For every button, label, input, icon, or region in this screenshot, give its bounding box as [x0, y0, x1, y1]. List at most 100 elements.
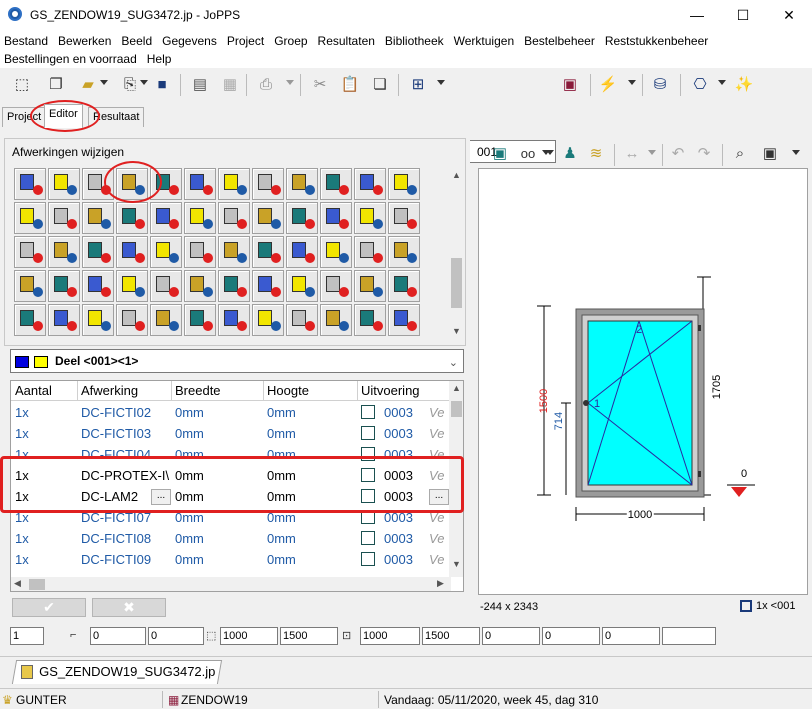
maximize-button[interactable]: ☐	[720, 0, 766, 30]
finishing-tool-2-11-icon[interactable]	[354, 202, 386, 234]
finishing-tool-4-7-icon[interactable]	[218, 270, 250, 302]
person-icon[interactable]: ♟	[560, 144, 580, 164]
finishing-tool-1-1-icon[interactable]	[14, 168, 46, 200]
finishing-tool-3-3-icon[interactable]	[82, 236, 114, 268]
finishing-tool-5-5-icon[interactable]	[150, 304, 182, 336]
finishing-tool-1-7-icon[interactable]	[218, 168, 250, 200]
display-mode-icon[interactable]: ▣	[760, 144, 780, 164]
scroll-thumb[interactable]	[29, 579, 45, 590]
print-preview-icon[interactable]: ▤	[190, 75, 210, 95]
glasses-dropdown-icon[interactable]	[546, 150, 554, 155]
cut-icon[interactable]: ✂	[310, 75, 330, 95]
scroll-up-icon[interactable]: ▲	[452, 170, 461, 180]
finishing-tool-3-10-icon[interactable]	[320, 236, 352, 268]
finishing-tool-3-2-icon[interactable]	[48, 236, 80, 268]
import-dropdown-icon[interactable]	[140, 80, 148, 85]
menu-resultaten[interactable]: Resultaten	[318, 32, 375, 50]
menu-bestand[interactable]: Bestand	[4, 32, 48, 50]
select-dropdown-icon[interactable]	[437, 80, 445, 85]
field-d[interactable]	[662, 627, 716, 645]
report-dropdown-icon[interactable]	[718, 80, 726, 85]
paste-icon[interactable]: 📋	[340, 75, 360, 95]
field-b[interactable]: 0	[542, 627, 600, 645]
ok-button[interactable]: ✔	[12, 598, 86, 617]
header-hoogte[interactable]: Hoogte	[267, 383, 309, 398]
redo-icon[interactable]: ↷	[694, 144, 714, 164]
menu-werktuigen[interactable]: Werktuigen	[454, 32, 514, 50]
scroll-thumb[interactable]	[451, 258, 462, 308]
deel-selector[interactable]: Deel <001><1> ⌄	[10, 349, 464, 373]
header-uitvoering[interactable]: Uitvoering	[361, 383, 420, 398]
save-icon[interactable]: ■	[152, 75, 172, 95]
header-aantal[interactable]: Aantal	[15, 383, 52, 398]
finishing-tool-5-12-icon[interactable]	[388, 304, 420, 336]
finishing-tool-3-1-icon[interactable]	[14, 236, 46, 268]
finishing-tool-2-2-icon[interactable]	[48, 202, 80, 234]
dimension-dropdown-icon[interactable]	[648, 150, 656, 155]
field-c[interactable]: 0	[602, 627, 660, 645]
lightning-dropdown-icon[interactable]	[628, 80, 636, 85]
finishing-tool-3-8-icon[interactable]	[252, 236, 284, 268]
table-row[interactable]: 1x DC-FICTI03 0mm 0mm 0003 Ve	[11, 423, 451, 444]
finishing-tool-4-3-icon[interactable]	[82, 270, 114, 302]
finishing-tool-5-1-icon[interactable]	[14, 304, 46, 336]
finishing-tool-2-8-icon[interactable]	[252, 202, 284, 234]
display-dropdown-icon[interactable]	[792, 150, 800, 155]
finishing-tool-4-1-icon[interactable]	[14, 270, 46, 302]
print-dropdown-icon[interactable]	[286, 80, 294, 85]
cancel-button[interactable]: ✖	[92, 598, 166, 617]
zoom-icon[interactable]: ⌕	[730, 144, 750, 164]
glasses-icon[interactable]: oo	[518, 144, 538, 164]
scroll-thumb[interactable]	[451, 401, 462, 417]
field-frame-width[interactable]: 1000	[360, 627, 420, 645]
field-y[interactable]: 0	[148, 627, 204, 645]
finishing-tool-4-12-icon[interactable]	[388, 270, 420, 302]
scroll-right-icon[interactable]: ▶	[437, 578, 444, 589]
finishing-tool-2-3-icon[interactable]	[82, 202, 114, 234]
menu-project[interactable]: Project	[227, 32, 264, 50]
finishing-tool-4-6-icon[interactable]	[184, 270, 216, 302]
field-x[interactable]: 0	[90, 627, 146, 645]
finishing-tool-3-11-icon[interactable]	[354, 236, 386, 268]
menu-reststukkenbeheer[interactable]: Reststukkenbeheer	[605, 32, 708, 50]
finishing-tool-5-10-icon[interactable]	[320, 304, 352, 336]
finishing-tool-2-1-icon[interactable]	[14, 202, 46, 234]
database-help-icon[interactable]: ⛁	[650, 75, 670, 95]
window-drawing-canvas[interactable]: 1500 714 1705 1000 1 2 0	[478, 168, 808, 595]
finishing-tool-2-5-icon[interactable]	[150, 202, 182, 234]
finishing-tool-1-9-icon[interactable]	[286, 168, 318, 200]
finishing-tool-2-12-icon[interactable]	[388, 202, 420, 234]
finishing-tool-1-8-icon[interactable]	[252, 168, 284, 200]
paste-special-icon[interactable]: ❏	[370, 75, 390, 95]
new-icon[interactable]: ⬚	[12, 75, 32, 95]
scroll-down-icon[interactable]: ▼	[452, 326, 461, 336]
finishing-tool-1-12-icon[interactable]	[388, 168, 420, 200]
menu-bewerken[interactable]: Bewerken	[58, 32, 111, 50]
menu-beeld[interactable]: Beeld	[121, 32, 152, 50]
finishing-tool-4-2-icon[interactable]	[48, 270, 80, 302]
table-row[interactable]: 1x DC-FICTI08 0mm 0mm 0003 Ve	[11, 528, 451, 549]
menu-groep[interactable]: Groep	[274, 32, 307, 50]
finishing-tool-4-5-icon[interactable]	[150, 270, 182, 302]
finishing-tool-3-4-icon[interactable]	[116, 236, 148, 268]
finishing-tool-5-7-icon[interactable]	[218, 304, 250, 336]
finishing-tool-2-4-icon[interactable]	[116, 202, 148, 234]
finishing-tool-5-11-icon[interactable]	[354, 304, 386, 336]
document-tab[interactable]: GS_ZENDOW19_SUG3472.jp	[11, 660, 223, 684]
open-folder-icon[interactable]: ▰	[78, 75, 98, 95]
close-button[interactable]: ✕	[766, 0, 812, 30]
layers-icon[interactable]: ≋	[586, 144, 606, 164]
finishing-tool-3-5-icon[interactable]	[150, 236, 182, 268]
finishing-tool-3-9-icon[interactable]	[286, 236, 318, 268]
finishing-tool-5-2-icon[interactable]	[48, 304, 80, 336]
finishing-tool-4-9-icon[interactable]	[286, 270, 318, 302]
finishing-tool-5-8-icon[interactable]	[252, 304, 284, 336]
field-a[interactable]: 0	[482, 627, 540, 645]
finishing-tool-1-10-icon[interactable]	[320, 168, 352, 200]
finishing-tool-3-12-icon[interactable]	[388, 236, 420, 268]
menu-bestelbeheer[interactable]: Bestelbeheer	[524, 32, 595, 50]
finishing-tool-1-11-icon[interactable]	[354, 168, 386, 200]
field-count[interactable]: 1	[10, 627, 44, 645]
finishing-tool-5-9-icon[interactable]	[286, 304, 318, 336]
tab-editor[interactable]: Editor	[44, 104, 83, 128]
